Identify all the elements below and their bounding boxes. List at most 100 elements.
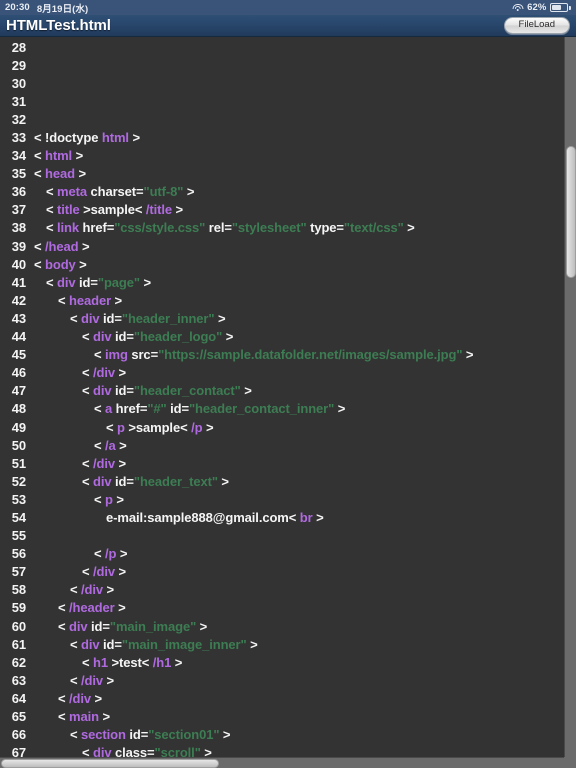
line-content: < h1 >test< /h1 > <box>30 655 182 670</box>
line-number: 59 <box>0 600 30 615</box>
line-number: 51 <box>0 456 30 471</box>
token-tag: /head <box>45 239 78 254</box>
token-tag: main <box>69 709 99 724</box>
line-content: < p > <box>30 492 124 507</box>
code-line: 30 <box>0 74 564 92</box>
code-editor-panel[interactable]: 282930313233< !doctype html >34< html >3… <box>0 37 576 768</box>
token-punc: < <box>82 456 93 471</box>
token-punc: > <box>113 492 124 507</box>
token-val: "stylesheet" <box>232 220 307 235</box>
battery-percent-label: 62% <box>527 2 546 13</box>
token-attr: id= <box>103 637 122 652</box>
line-number: 44 <box>0 329 30 344</box>
token-punc: > <box>129 130 140 145</box>
code-line: 60< div id="main_image" > <box>0 617 564 635</box>
line-number: 65 <box>0 709 30 724</box>
code-line: 32 <box>0 110 564 128</box>
token-punc: < <box>70 637 81 652</box>
line-number: 63 <box>0 673 30 688</box>
token-tag: /a <box>105 438 116 453</box>
line-content: < img src="https://sample.datafolder.net… <box>30 347 473 362</box>
code-line: 47< div id="header_contact" > <box>0 382 564 400</box>
code-line: 42< header > <box>0 291 564 309</box>
code-lines-container: 282930313233< !doctype html >34< html >3… <box>0 37 564 768</box>
token-tag: div <box>57 275 79 290</box>
code-line: 49< p >sample< /p > <box>0 418 564 436</box>
line-number: 60 <box>0 619 30 634</box>
line-content: < p >sample< /p > <box>30 420 213 435</box>
scrollbar-corner <box>564 757 576 768</box>
token-punc: > <box>99 709 110 724</box>
token-punc: < <box>70 673 81 688</box>
title-bar: HTMLTest.html FileLoad <box>0 15 576 37</box>
token-punc: > <box>116 546 127 561</box>
vertical-scrollbar-thumb[interactable] <box>566 146 576 278</box>
token-punc: < <box>34 257 45 272</box>
wifi-icon <box>512 3 523 12</box>
token-punc: < <box>34 166 45 181</box>
token-punc: > <box>103 673 114 688</box>
line-number: 47 <box>0 383 30 398</box>
line-content: < /div > <box>30 564 126 579</box>
token-punc: < <box>82 365 93 380</box>
token-attr: type= <box>307 220 344 235</box>
token-punc: > <box>115 365 126 380</box>
line-number: 56 <box>0 546 30 561</box>
token-punc: < <box>46 275 57 290</box>
token-txt: !doctype <box>45 130 102 145</box>
horizontal-scrollbar-thumb[interactable] <box>1 759 219 768</box>
line-content: < /p > <box>30 546 127 561</box>
token-val: "main_image_inner" <box>122 637 247 652</box>
token-txt: test <box>119 655 142 670</box>
token-val: "header_contact" <box>134 383 241 398</box>
token-punc: < <box>82 474 93 489</box>
code-line: 37< title >sample< /title > <box>0 201 564 219</box>
token-tag: h1 <box>93 655 108 670</box>
vertical-scrollbar[interactable] <box>564 37 576 757</box>
line-number: 53 <box>0 492 30 507</box>
code-line: 57< /div > <box>0 563 564 581</box>
token-punc: > <box>202 420 213 435</box>
code-line: 28 <box>0 38 564 56</box>
token-attr: src= <box>131 347 158 362</box>
code-line: 36< meta charset="utf-8" > <box>0 183 564 201</box>
token-attr: id= <box>91 619 110 634</box>
token-attr: id= <box>115 383 134 398</box>
line-number: 54 <box>0 510 30 525</box>
line-number: 48 <box>0 401 30 416</box>
token-tag: img <box>105 347 131 362</box>
code-line: 54e-mail:sample888@gmail.com< br > <box>0 508 564 526</box>
token-punc: > <box>75 166 86 181</box>
line-content: < /a > <box>30 438 127 453</box>
token-punc: < <box>94 492 105 507</box>
line-number: 46 <box>0 365 30 380</box>
token-punc: < <box>94 546 105 561</box>
token-punc: < <box>34 130 45 145</box>
token-val: "header_inner" <box>122 311 215 326</box>
token-tag: header <box>69 293 111 308</box>
token-punc: < <box>58 709 69 724</box>
code-line: 53< p > <box>0 490 564 508</box>
token-tag: /div <box>81 673 103 688</box>
line-number: 36 <box>0 184 30 199</box>
code-line: 52< div id="header_text" > <box>0 472 564 490</box>
line-number: 34 <box>0 148 30 163</box>
token-punc: < <box>70 582 81 597</box>
code-line: 64< /div > <box>0 689 564 707</box>
code-line: 29 <box>0 56 564 74</box>
line-number: 43 <box>0 311 30 326</box>
token-tag: p <box>117 420 125 435</box>
token-punc: < <box>289 510 300 525</box>
line-number: 31 <box>0 94 30 109</box>
line-content: < html > <box>30 148 83 163</box>
token-tag: /p <box>191 420 202 435</box>
code-line: 48< a href="#" id="header_contact_inner"… <box>0 400 564 418</box>
token-tag: div <box>93 474 115 489</box>
file-load-button[interactable]: FileLoad <box>504 17 570 34</box>
token-punc: < <box>46 202 57 217</box>
token-tag: meta <box>57 184 90 199</box>
code-line: 61< div id="main_image_inner" > <box>0 635 564 653</box>
code-line: 50< /a > <box>0 436 564 454</box>
line-content: < /div > <box>30 691 102 706</box>
horizontal-scrollbar[interactable] <box>0 757 564 768</box>
